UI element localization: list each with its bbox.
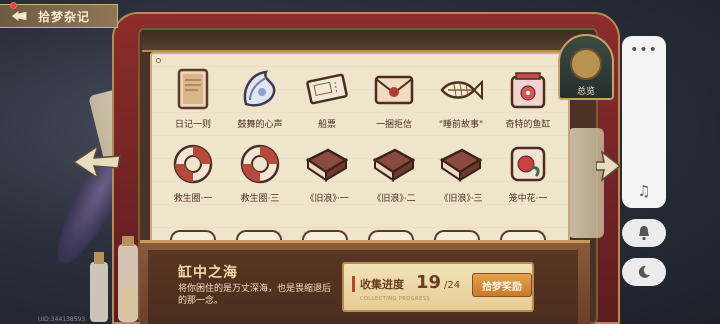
- caged-flower-icon: [502, 138, 554, 190]
- progress-current: 19: [416, 272, 442, 293]
- progress-label: 收集进度: [360, 278, 404, 291]
- item-label: 救生圈·三: [240, 194, 280, 204]
- diary-book-icon: [167, 64, 219, 116]
- bell-icon: [639, 226, 649, 241]
- progress-accent-bar: [352, 276, 355, 292]
- region-title: 缸中之海: [178, 265, 238, 281]
- board-header-strip: [142, 30, 594, 52]
- next-page-arrow-icon[interactable]: [595, 150, 622, 186]
- notification-bell-button[interactable]: [622, 219, 666, 247]
- item-label: 笼中花·一: [508, 194, 548, 204]
- old-book-icon: [368, 138, 420, 190]
- old-book-icon: [435, 138, 487, 190]
- notification-dot: [10, 2, 17, 9]
- item-label: 日记一则: [174, 120, 211, 130]
- item-label: 奇特的鱼缸: [505, 120, 551, 130]
- title-plate: 拾梦杂记: [0, 4, 118, 28]
- glass-bottles-decoration: [88, 236, 148, 324]
- collection-item-lifebuoy-3[interactable]: 救生圈·三: [227, 138, 293, 204]
- item-label: 一捆拒信: [375, 120, 412, 130]
- collection-item-old-waves-3[interactable]: 《旧浪》·三: [428, 138, 494, 204]
- item-label: 《旧浪》·三: [439, 194, 483, 204]
- overview-label: 总览: [576, 87, 595, 97]
- back-arrow-icon[interactable]: [8, 7, 30, 25]
- previous-page-arrow-icon[interactable]: [72, 144, 122, 184]
- night-mode-button[interactable]: [622, 258, 666, 286]
- sealed-letter-icon: [368, 64, 420, 116]
- clock-icon: [570, 48, 602, 80]
- collection-progress: 收集进度 19 /24 COLLECTING PROGRESS 拾梦奖励: [342, 262, 534, 312]
- dream-reward-button[interactable]: 拾梦奖励: [472, 273, 532, 297]
- old-book-icon: [301, 138, 353, 190]
- region-description: 将你困住的是万丈深海，也是畏缩退后的那一念。: [178, 284, 332, 306]
- ship-ticket-icon: [301, 64, 353, 116]
- lifebuoy-icon: [234, 138, 286, 190]
- item-label: 鼓舞的心声: [237, 120, 283, 130]
- shell-icon: [234, 64, 286, 116]
- item-label: 《旧浪》·二: [372, 194, 416, 204]
- collection-item-shell[interactable]: 鼓舞的心声: [227, 64, 293, 130]
- collection-item-ticket[interactable]: 船票: [294, 64, 360, 130]
- progress-subtext: COLLECTING PROGRESS: [360, 296, 431, 302]
- item-label: 《旧浪》·一: [305, 194, 349, 204]
- collection-item-letters[interactable]: 一捆拒信: [361, 64, 427, 130]
- moon-icon: [638, 265, 650, 278]
- item-label: 船票: [317, 120, 336, 130]
- fish-tank-icon: [502, 64, 554, 116]
- collection-item-lifebuoy-1[interactable]: 救生圈·一: [160, 138, 226, 204]
- page-title: 拾梦杂记: [38, 9, 91, 24]
- item-label: "睡前故事": [438, 120, 484, 130]
- collection-item-old-waves-2[interactable]: 《旧浪》·二: [361, 138, 427, 204]
- collection-item-fish-tank[interactable]: 奇特的鱼缸: [495, 64, 561, 130]
- collection-item-old-waves-1[interactable]: 《旧浪》·一: [294, 138, 360, 204]
- item-label: 救生圈·一: [173, 194, 213, 204]
- collection-grid: 日记一则 鼓舞的心声 船票 一捆拒信 "睡前故事" 奇特的鱼缸 救生圈·一 救生…: [160, 64, 560, 204]
- floating-side-menu: ••• ♫: [622, 36, 666, 208]
- fish-bone-icon: [435, 64, 487, 116]
- collection-item-diary[interactable]: 日记一则: [160, 64, 226, 130]
- progress-total: /24: [444, 280, 461, 291]
- music-note-icon[interactable]: ♫: [622, 182, 666, 200]
- collection-item-caged-flower-1[interactable]: 笼中花·一: [495, 138, 561, 204]
- pin-icon: [156, 58, 161, 63]
- collection-item-bedtime-story[interactable]: "睡前故事": [428, 64, 494, 130]
- more-options-icon[interactable]: •••: [622, 42, 666, 58]
- lifebuoy-icon: [167, 138, 219, 190]
- player-uid: UID:344138593: [38, 316, 86, 323]
- overview-button[interactable]: 总览: [558, 34, 614, 100]
